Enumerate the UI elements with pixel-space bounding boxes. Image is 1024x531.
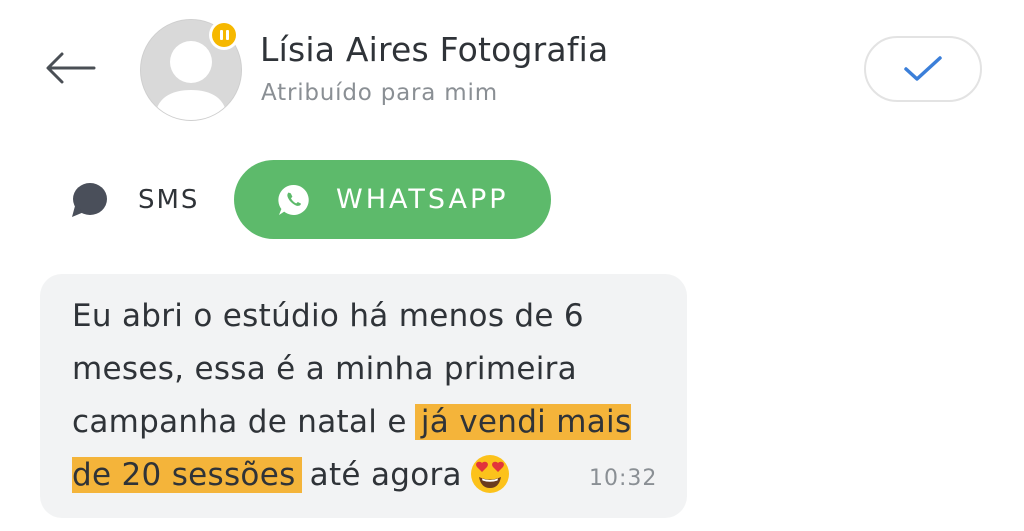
- heart-eyes-emoji: [470, 454, 510, 511]
- message-text-part: até agora: [299, 457, 462, 493]
- tab-whatsapp-label: WHATSAPP: [336, 184, 509, 215]
- resolve-button[interactable]: [864, 36, 982, 102]
- tab-sms[interactable]: SMS: [64, 170, 199, 230]
- whatsapp-icon: [278, 184, 309, 215]
- message-timestamp: 10:32: [589, 466, 658, 491]
- pause-icon: [212, 23, 236, 47]
- tab-sms-label: SMS: [138, 185, 200, 215]
- chat-bubble-icon: [72, 183, 107, 217]
- arrow-left-icon: [46, 52, 96, 84]
- assignment-status: Atribuído para mim: [261, 80, 498, 106]
- check-icon: [904, 56, 942, 81]
- message-text: Eu abri o estúdio há menos de 6 meses, e…: [72, 290, 662, 511]
- contact-name: Lísia Aires Fotografia: [260, 30, 609, 69]
- status-badge: [209, 20, 239, 50]
- back-button[interactable]: [40, 44, 100, 92]
- tab-whatsapp[interactable]: WHATSAPP: [234, 160, 551, 239]
